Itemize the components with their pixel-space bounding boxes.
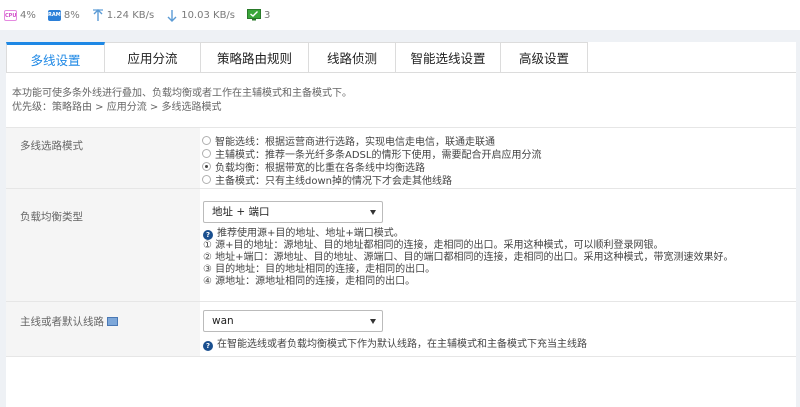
help-line-2: ② 地址+端口：源地址、目的地址、源端口、目的端口都相同的连接，走相同的出口。采…	[203, 252, 734, 263]
mode-option-primary-backup[interactable]: 主备模式：只有主线down掉的情况下才会走其他线路	[202, 173, 541, 187]
online-count: 3	[264, 9, 271, 21]
panel-footer	[6, 356, 796, 407]
online-monitor-icon	[247, 9, 262, 21]
default-line-label: 主线或者默认线路	[20, 316, 104, 328]
upload-stat: 1.24 KB/s	[92, 8, 155, 22]
mode-option-primary-backup-label: 主备模式：只有主线down掉的情况下才会走其他线路	[215, 176, 452, 187]
upload-value: 1.24 KB/s	[106, 9, 155, 21]
online-stat: 3	[247, 9, 270, 21]
chevron-down-icon	[370, 210, 376, 215]
radio-primary-aux[interactable]	[202, 149, 211, 158]
description-line-2: 优先级：策略路由 > 应用分流 > 多线选路模式	[12, 102, 222, 113]
download-arrow-icon	[167, 9, 177, 22]
info-card-icon[interactable]	[107, 317, 118, 326]
settings-panel: 多线设置 应用分流 策略路由规则 线路侦测 智能选线设置 高级设置 本功能可使多…	[6, 42, 796, 407]
help-line-3: ③ 目的地址：目的地址相同的连接，走相同的出口。	[203, 264, 436, 275]
download-value: 10.03 KB/s	[181, 9, 236, 21]
page-description: 本功能可使多条外线进行叠加、负载均衡或者工作在主辅模式和主备模式下。 优先级：策…	[12, 87, 352, 115]
balance-type-row: 负载均衡类型 地址 + 端口 ? 推荐使用源+目的地址、地址+端口模式。 ① 源+…	[6, 188, 796, 301]
default-line-selected: wan	[212, 315, 234, 327]
description-line-1: 本功能可使多条外线进行叠加、负载均衡或者工作在主辅模式和主备模式下。	[12, 88, 352, 99]
cpu-value: 4%	[20, 9, 36, 21]
help-line-1: ① 源+目的地址：源地址、目的地址都相同的连接，走相同的出口。采用这种模式，可以…	[203, 240, 664, 251]
tab-advanced-settings[interactable]: 高级设置	[501, 42, 588, 73]
ram-icon: RAM	[47, 9, 61, 21]
download-stat: 10.03 KB/s	[166, 9, 235, 22]
default-line-help: ? 在智能选线或者负载均衡模式下作为默认线路，在主辅模式和主备模式下充当主线路	[203, 339, 587, 351]
default-line-label-wrap: 主线或者默认线路	[20, 314, 118, 329]
default-line-value: wan ? 在智能选线或者负载均衡模式下作为默认线路，在主辅模式和主备模式下充当主…	[200, 302, 796, 356]
status-bar: CPU 4% RAM 8% 1.24 KB/s 10.03 KB/s 3	[0, 0, 800, 30]
balance-type-help: ? 推荐使用源+目的地址、地址+端口模式。 ① 源+目的地址：源地址、目的地址都相…	[203, 228, 734, 288]
balance-type-value: 地址 + 端口 ? 推荐使用源+目的地址、地址+端口模式。 ① 源+目的地址：源地…	[200, 189, 796, 301]
default-line-select[interactable]: wan	[203, 310, 383, 332]
ram-value: 8%	[63, 9, 80, 21]
help-line-0: 推荐使用源+目的地址、地址+端口模式。	[217, 228, 404, 239]
radio-smart[interactable]	[202, 136, 211, 145]
chevron-down-icon	[370, 319, 376, 324]
balance-type-select[interactable]: 地址 + 端口	[203, 201, 383, 223]
radio-primary-backup[interactable]	[202, 175, 211, 184]
tab-multiline-settings[interactable]: 多线设置	[6, 42, 105, 73]
tab-line-detection[interactable]: 线路侦测	[309, 42, 396, 73]
tab-app-traffic-split[interactable]: 应用分流	[105, 42, 201, 73]
mode-label: 多线选路模式	[20, 140, 83, 152]
mode-row: 多线选路模式 智能选线：根据运营商进行选路，实现电信走电信，联通走联通 主辅模式…	[6, 127, 796, 188]
question-icon: ?	[203, 341, 213, 351]
balance-type-label: 负载均衡类型	[20, 211, 83, 223]
tab-bar: 多线设置 应用分流 策略路由规则 线路侦测 智能选线设置 高级设置	[6, 42, 588, 73]
cpu-stat: CPU 4%	[4, 9, 36, 21]
tab-smart-line-selection[interactable]: 智能选线设置	[396, 42, 501, 73]
tab-divider	[6, 72, 796, 73]
help-line-4: ④ 源地址：源地址相同的连接，走相同的出口。	[203, 276, 416, 287]
default-line-row: 主线或者默认线路 wan ? 在智能选线或者负载均衡模式下作为默认线路，在主辅模式…	[6, 301, 796, 356]
ram-stat: RAM 8%	[47, 9, 80, 21]
tab-policy-routing-rules[interactable]: 策略路由规则	[201, 42, 309, 73]
radio-load-balance[interactable]	[202, 162, 211, 171]
question-icon: ?	[203, 230, 213, 240]
upload-arrow-icon	[92, 8, 103, 21]
cpu-icon: CPU	[4, 9, 17, 21]
mode-options: 智能选线：根据运营商进行选路，实现电信走电信，联通走联通 主辅模式：推荐一条光纤…	[200, 128, 796, 188]
balance-type-selected: 地址 + 端口	[212, 206, 270, 218]
default-line-help-text: 在智能选线或者负载均衡模式下作为默认线路，在主辅模式和主备模式下充当主线路	[217, 339, 587, 350]
